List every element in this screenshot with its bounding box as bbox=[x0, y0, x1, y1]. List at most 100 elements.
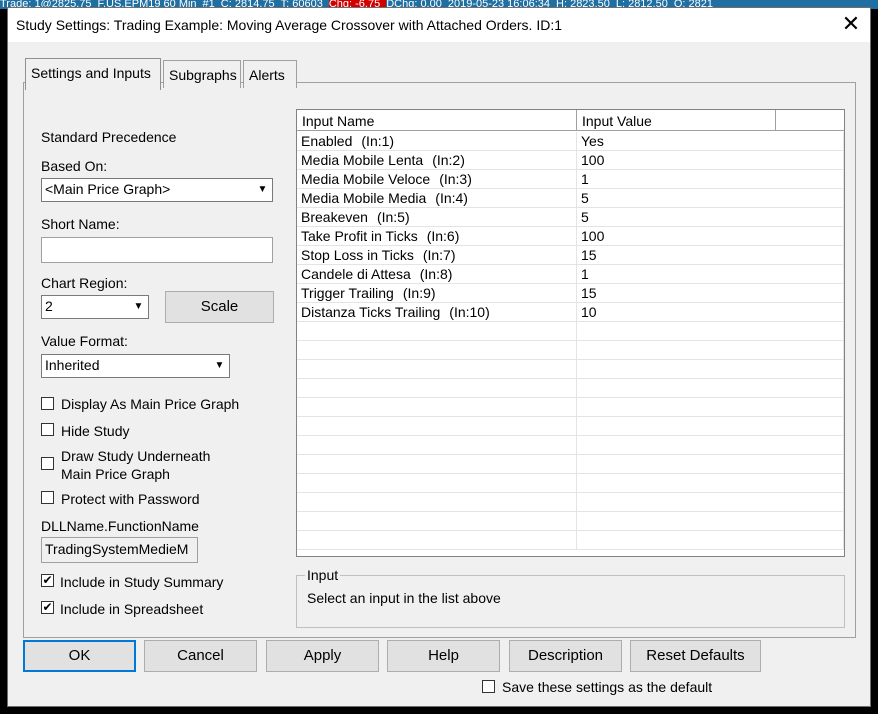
input-name-cell[interactable] bbox=[297, 436, 577, 455]
help-button[interactable]: Help bbox=[387, 640, 500, 672]
input-name-cell[interactable]: Breakeven (In:5) bbox=[297, 208, 577, 227]
input-value-cell[interactable] bbox=[577, 398, 844, 417]
cancel-button[interactable]: Cancel bbox=[144, 640, 257, 672]
based-on-dropdown[interactable]: <Main Price Graph> ▼ bbox=[41, 178, 273, 202]
table-row[interactable]: Breakeven (In:5) 5 bbox=[297, 208, 844, 227]
input-value-cell[interactable] bbox=[577, 455, 844, 474]
input-value-cell[interactable] bbox=[577, 493, 844, 512]
input-index: (In:4) bbox=[435, 190, 468, 206]
input-name-cell[interactable] bbox=[297, 322, 577, 341]
tab-subgraphs[interactable]: Subgraphs bbox=[163, 60, 241, 88]
input-value-cell[interactable] bbox=[577, 531, 844, 550]
table-row[interactable] bbox=[297, 455, 844, 474]
table-row[interactable] bbox=[297, 341, 844, 360]
input-value-cell[interactable]: 1 bbox=[577, 170, 844, 189]
dll-name-field[interactable]: TradingSystemMedieM bbox=[41, 537, 198, 563]
input-value-cell[interactable] bbox=[577, 417, 844, 436]
input-name-cell[interactable] bbox=[297, 531, 577, 550]
table-row[interactable] bbox=[297, 493, 844, 512]
input-name-cell[interactable] bbox=[297, 474, 577, 493]
input-value-cell[interactable]: 1 bbox=[577, 265, 844, 284]
input-value-cell[interactable]: Yes bbox=[577, 132, 844, 151]
input-name-cell[interactable]: Enabled (In:1) bbox=[297, 132, 577, 151]
description-button[interactable]: Description bbox=[509, 640, 622, 672]
short-name-input[interactable] bbox=[41, 237, 273, 263]
input-name-cell[interactable] bbox=[297, 417, 577, 436]
input-name-cell[interactable]: Trigger Trailing (In:9) bbox=[297, 284, 577, 303]
save-default-checkbox[interactable] bbox=[482, 680, 495, 693]
input-value-cell[interactable]: 100 bbox=[577, 227, 844, 246]
input-name-cell[interactable]: Distanza Ticks Trailing (In:10) bbox=[297, 303, 577, 322]
value-format-dropdown[interactable]: Inherited ▼ bbox=[41, 354, 230, 378]
chevron-down-icon[interactable]: ▼ bbox=[130, 297, 147, 317]
table-row[interactable] bbox=[297, 322, 844, 341]
table-row[interactable] bbox=[297, 512, 844, 531]
input-value-cell[interactable] bbox=[577, 341, 844, 360]
table-row[interactable]: Candele di Attesa (In:8) 1 bbox=[297, 265, 844, 284]
chart-region-label: Chart Region: bbox=[41, 275, 128, 291]
chevron-down-icon[interactable]: ▼ bbox=[254, 180, 271, 200]
table-row[interactable] bbox=[297, 398, 844, 417]
input-value-cell[interactable] bbox=[577, 436, 844, 455]
input-value-cell[interactable]: 10 bbox=[577, 303, 844, 322]
display-main-checkbox[interactable] bbox=[41, 397, 54, 410]
column-header-input-name[interactable]: Input Name bbox=[297, 110, 577, 131]
input-name-cell[interactable] bbox=[297, 493, 577, 512]
scale-button[interactable]: Scale bbox=[165, 291, 274, 323]
table-row[interactable]: Media Mobile Lenta (In:2) 100 bbox=[297, 151, 844, 170]
hide-study-checkbox[interactable] bbox=[41, 423, 54, 436]
input-value-cell[interactable] bbox=[577, 379, 844, 398]
include-summary-checkbox[interactable]: ✔ bbox=[41, 574, 54, 587]
table-row[interactable]: Enabled (In:1) Yes bbox=[297, 132, 844, 151]
input-value-cell[interactable]: 15 bbox=[577, 246, 844, 265]
include-spreadsheet-checkbox[interactable]: ✔ bbox=[41, 601, 54, 614]
input-name-cell[interactable]: Stop Loss in Ticks (In:7) bbox=[297, 246, 577, 265]
input-value-cell[interactable]: 100 bbox=[577, 151, 844, 170]
chart-region-dropdown[interactable]: 2 ▼ bbox=[41, 295, 149, 319]
ok-button[interactable]: OK bbox=[23, 640, 136, 672]
input-index: (In:5) bbox=[376, 209, 410, 225]
reset-defaults-button[interactable]: Reset Defaults bbox=[630, 640, 761, 672]
tab-alerts[interactable]: Alerts bbox=[243, 60, 297, 88]
input-value-cell[interactable]: 5 bbox=[577, 189, 844, 208]
input-name-cell[interactable] bbox=[297, 360, 577, 379]
chevron-down-icon[interactable]: ▼ bbox=[211, 356, 228, 376]
table-row[interactable] bbox=[297, 417, 844, 436]
input-name-cell[interactable]: Candele di Attesa (In:8) bbox=[297, 265, 577, 284]
table-row[interactable]: Stop Loss in Ticks (In:7) 15 bbox=[297, 246, 844, 265]
column-header-input-value[interactable]: Input Value bbox=[577, 110, 776, 131]
input-value-cell[interactable] bbox=[577, 512, 844, 531]
input-name-cell[interactable] bbox=[297, 341, 577, 360]
close-icon[interactable]: ✕ bbox=[840, 13, 862, 35]
input-name-cell[interactable]: Take Profit in Ticks (In:6) bbox=[297, 227, 577, 246]
input-name-cell[interactable] bbox=[297, 379, 577, 398]
input-name-cell[interactable] bbox=[297, 398, 577, 417]
input-name-cell[interactable] bbox=[297, 455, 577, 474]
apply-button[interactable]: Apply bbox=[266, 640, 379, 672]
input-name-cell[interactable]: Media Mobile Veloce (In:3) bbox=[297, 170, 577, 189]
table-row[interactable] bbox=[297, 436, 844, 455]
table-row[interactable]: Take Profit in Ticks (In:6) 100 bbox=[297, 227, 844, 246]
table-row[interactable] bbox=[297, 379, 844, 398]
table-row[interactable]: Media Mobile Veloce (In:3) 1 bbox=[297, 170, 844, 189]
input-value-cell[interactable] bbox=[577, 474, 844, 493]
input-description-text: Select an input in the list above bbox=[307, 590, 501, 606]
input-value-cell[interactable] bbox=[577, 322, 844, 341]
protect-password-checkbox[interactable] bbox=[41, 491, 54, 504]
input-value-cell[interactable] bbox=[577, 360, 844, 379]
table-row[interactable]: Media Mobile Media (In:4) 5 bbox=[297, 189, 844, 208]
grid-header: Input Name Input Value bbox=[297, 110, 844, 131]
table-row[interactable] bbox=[297, 360, 844, 379]
table-row[interactable] bbox=[297, 531, 844, 550]
inputs-grid[interactable]: Input Name Input Value Enabled (In:1) Yes M… bbox=[296, 109, 845, 557]
tab-settings-and-inputs[interactable]: Settings and Inputs bbox=[25, 58, 161, 90]
table-row[interactable]: Distanza Ticks Trailing (In:10) 10 bbox=[297, 303, 844, 322]
draw-underneath-checkbox[interactable] bbox=[41, 457, 54, 470]
input-name-cell[interactable] bbox=[297, 512, 577, 531]
input-value-cell[interactable]: 5 bbox=[577, 208, 844, 227]
input-name-cell[interactable]: Media Mobile Media (In:4) bbox=[297, 189, 577, 208]
input-name-cell[interactable]: Media Mobile Lenta (In:2) bbox=[297, 151, 577, 170]
table-row[interactable]: Trigger Trailing (In:9) 15 bbox=[297, 284, 844, 303]
input-value-cell[interactable]: 15 bbox=[577, 284, 844, 303]
table-row[interactable] bbox=[297, 474, 844, 493]
